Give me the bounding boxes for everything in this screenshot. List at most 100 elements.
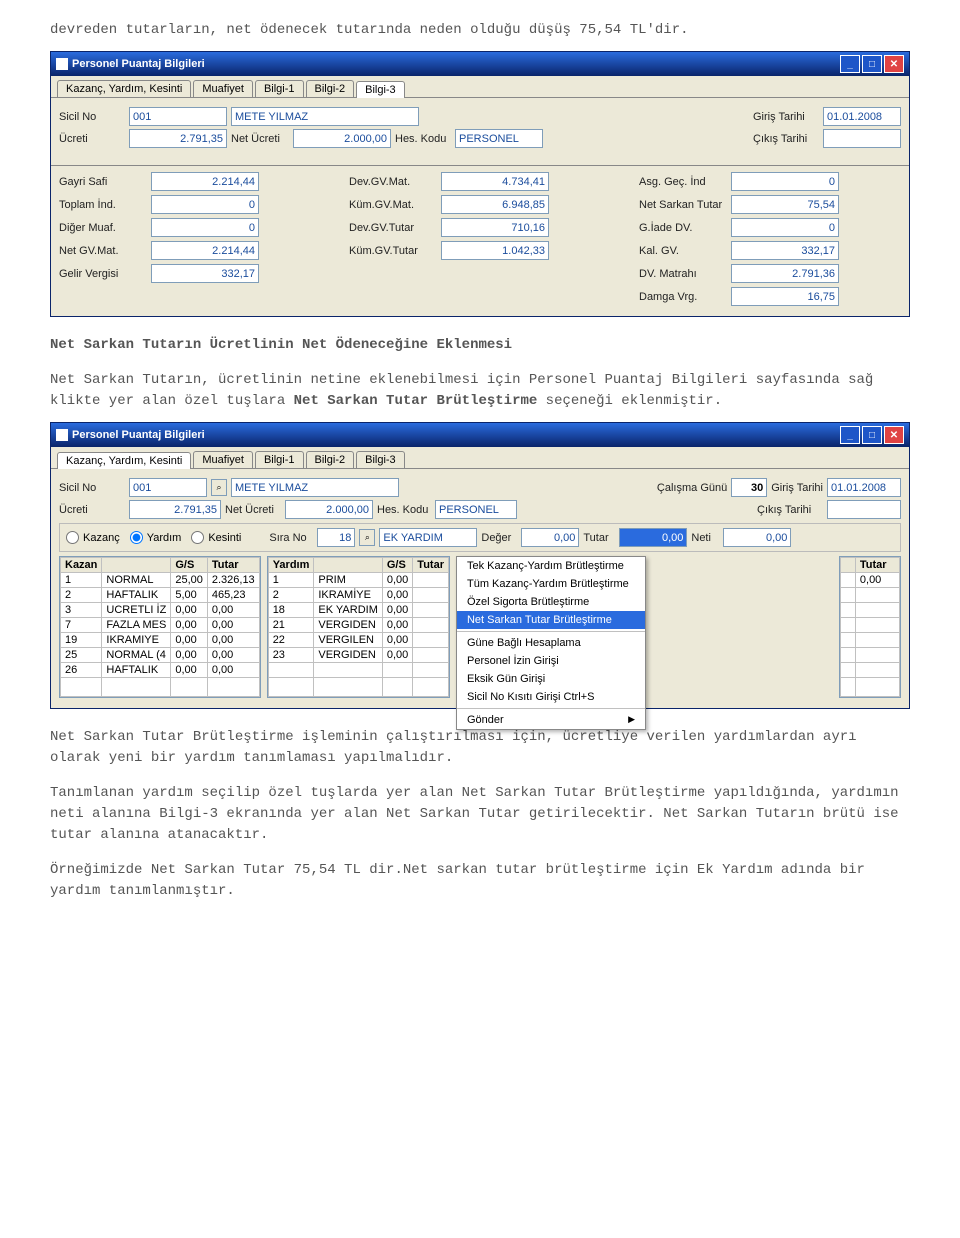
minimize-button[interactable]: _ bbox=[840, 55, 860, 73]
name-field: METE YILMAZ bbox=[231, 107, 419, 126]
calisma-field: 30 bbox=[731, 478, 767, 497]
sirano-field[interactable]: 18 bbox=[317, 528, 355, 547]
radio-group: Kazanç Yardım Kesinti bbox=[66, 531, 241, 544]
netucr-field: 2.000,00 bbox=[285, 500, 373, 519]
section-body: Net Sarkan Tutarın, ücretlinin netine ek… bbox=[50, 370, 910, 412]
sicil-label: Sicil No bbox=[59, 111, 125, 123]
ctx-item[interactable]: Özel Sigorta Brütleştirme bbox=[457, 593, 645, 611]
titlebar: Personel Puantaj Bilgileri _ □ ✕ bbox=[51, 423, 909, 447]
outro-p3: Örneğimizde Net Sarkan Tutar 75,54 TL di… bbox=[50, 860, 910, 902]
netucr-label: Net Ücreti bbox=[231, 133, 289, 145]
ctx-item[interactable]: Sicil No Kısıtı Girişi Ctrl+S bbox=[457, 688, 645, 706]
deger-field[interactable]: 0,00 bbox=[521, 528, 579, 547]
outro-p1: Net Sarkan Tutar Brütleştirme işleminin … bbox=[50, 727, 910, 769]
tab[interactable]: Bilgi-3 bbox=[356, 81, 405, 98]
field-value: 332,17 bbox=[731, 241, 839, 260]
field-label: Gelir Vergisi bbox=[59, 268, 145, 280]
cikis-field bbox=[827, 500, 901, 519]
ctx-item[interactable]: Tüm Kazanç-Yardım Brütleştirme bbox=[457, 575, 645, 593]
name-field: METE YILMAZ bbox=[231, 478, 399, 497]
right-table[interactable]: Tutar0,00 bbox=[839, 556, 901, 698]
maximize-button[interactable]: □ bbox=[862, 55, 882, 73]
ucreti-field: 2.791,35 bbox=[129, 129, 227, 148]
lookup-icon[interactable]: ⌕ bbox=[211, 479, 227, 496]
ctx-item[interactable]: Eksik Gün Girişi bbox=[457, 670, 645, 688]
hes-field: PERSONEL bbox=[455, 129, 543, 148]
field-label: Net GV.Mat. bbox=[59, 245, 145, 257]
neti-field[interactable]: 0,00 bbox=[723, 528, 791, 547]
field-value: 75,54 bbox=[731, 195, 839, 214]
sira-name-field: EK YARDIM bbox=[379, 528, 477, 547]
tab[interactable]: Kazanç, Yardım, Kesinti bbox=[57, 452, 191, 469]
section-heading: Net Sarkan Tutarın Ücretlinin Net Ödenec… bbox=[50, 335, 910, 356]
context-menu: Tek Kazanç-Yardım BrütleştirmeTüm Kazanç… bbox=[456, 556, 646, 730]
field-label: Dev.GV.Mat. bbox=[349, 176, 435, 188]
tab[interactable]: Bilgi-2 bbox=[306, 451, 355, 468]
field-value: 0 bbox=[731, 172, 839, 191]
field-value: 2.214,44 bbox=[151, 172, 259, 191]
tutar-field[interactable]: 0,00 bbox=[619, 528, 687, 547]
window-puantaj-1: Personel Puantaj Bilgileri _ □ ✕ Kazanç,… bbox=[50, 51, 910, 317]
tab[interactable]: Bilgi-1 bbox=[255, 451, 304, 468]
hes-label: Hes. Kodu bbox=[395, 133, 451, 145]
cikis-label: Çıkış Tarihi bbox=[753, 133, 819, 145]
hes-label: Hes. Kodu bbox=[377, 504, 431, 516]
field-label: Küm.GV.Tutar bbox=[349, 245, 435, 257]
tabs: Kazanç, Yardım, KesintiMuafiyetBilgi-1Bi… bbox=[51, 447, 909, 468]
tab[interactable]: Bilgi-1 bbox=[255, 80, 304, 97]
giris-label: Giriş Tarihi bbox=[753, 111, 819, 123]
tab[interactable]: Bilgi-3 bbox=[356, 451, 405, 468]
tab[interactable]: Muafiyet bbox=[193, 451, 253, 468]
field-label: Net Sarkan Tutar bbox=[639, 199, 725, 211]
giris-field: 01.01.2008 bbox=[827, 478, 901, 497]
field-label: G.İade DV. bbox=[639, 222, 725, 234]
radio-yardım[interactable]: Yardım bbox=[130, 531, 182, 544]
field-label: DV. Matrahı bbox=[639, 268, 725, 280]
cikis-field bbox=[823, 129, 901, 148]
field-label: Kal. GV. bbox=[639, 245, 725, 257]
window-title: Personel Puantaj Bilgileri bbox=[72, 58, 205, 70]
radio-kesinti[interactable]: Kesinti bbox=[191, 531, 241, 544]
close-button[interactable]: ✕ bbox=[884, 426, 904, 444]
tab[interactable]: Kazanç, Yardım, Kesinti bbox=[57, 80, 191, 97]
deger-label: Değer bbox=[481, 532, 517, 544]
app-icon bbox=[56, 429, 68, 441]
ctx-item[interactable]: Gönder▶ bbox=[457, 711, 645, 729]
ucreti-label: Ücreti bbox=[59, 133, 125, 145]
minimize-button[interactable]: _ bbox=[840, 426, 860, 444]
kazanc-table[interactable]: KazanG/STutar1NORMAL25,002.326,132HAFTAL… bbox=[59, 556, 261, 698]
field-label: Dev.GV.Tutar bbox=[349, 222, 435, 234]
window-title: Personel Puantaj Bilgileri bbox=[72, 429, 205, 441]
tab[interactable]: Muafiyet bbox=[193, 80, 253, 97]
titlebar: Personel Puantaj Bilgileri _ □ ✕ bbox=[51, 52, 909, 76]
ctx-item[interactable]: Tek Kazanç-Yardım Brütleştirme bbox=[457, 557, 645, 575]
app-icon bbox=[56, 58, 68, 70]
tutar-label: Tutar bbox=[583, 532, 615, 544]
ctx-item[interactable]: Güne Bağlı Hesaplama bbox=[457, 634, 645, 652]
field-value: 2.214,44 bbox=[151, 241, 259, 260]
ucreti-field: 2.791,35 bbox=[129, 500, 221, 519]
sicil-field[interactable]: 001 bbox=[129, 107, 227, 126]
close-button[interactable]: ✕ bbox=[884, 55, 904, 73]
field-value: 16,75 bbox=[731, 287, 839, 306]
field-value: 0 bbox=[731, 218, 839, 237]
radio-kazanç[interactable]: Kazanç bbox=[66, 531, 120, 544]
ucreti-label: Ücreti bbox=[59, 504, 125, 516]
tabs: Kazanç, Yardım, KesintiMuafiyetBilgi-1Bi… bbox=[51, 76, 909, 97]
sicil-field[interactable]: 001 bbox=[129, 478, 207, 497]
netucr-field: 2.000,00 bbox=[293, 129, 391, 148]
field-value: 2.791,36 bbox=[731, 264, 839, 283]
tab[interactable]: Bilgi-2 bbox=[306, 80, 355, 97]
ctx-item[interactable]: Personel İzin Girişi bbox=[457, 652, 645, 670]
maximize-button[interactable]: □ bbox=[862, 426, 882, 444]
field-label: Toplam İnd. bbox=[59, 199, 145, 211]
lookup-icon[interactable]: ⌕ bbox=[359, 529, 375, 546]
field-value: 0 bbox=[151, 218, 259, 237]
neti-label: Neti bbox=[691, 532, 719, 544]
giris-field: 01.01.2008 bbox=[823, 107, 901, 126]
ctx-item[interactable]: Net Sarkan Tutar Brütleştirme bbox=[457, 611, 645, 629]
outro-p2: Tanımlanan yardım seçilip özel tuşlarda … bbox=[50, 783, 910, 846]
field-value: 1.042,33 bbox=[441, 241, 549, 260]
yardim-table[interactable]: YardımG/STutar1PRIM0,002IKRAMİYE0,0018EK… bbox=[267, 556, 450, 698]
field-value: 0 bbox=[151, 195, 259, 214]
